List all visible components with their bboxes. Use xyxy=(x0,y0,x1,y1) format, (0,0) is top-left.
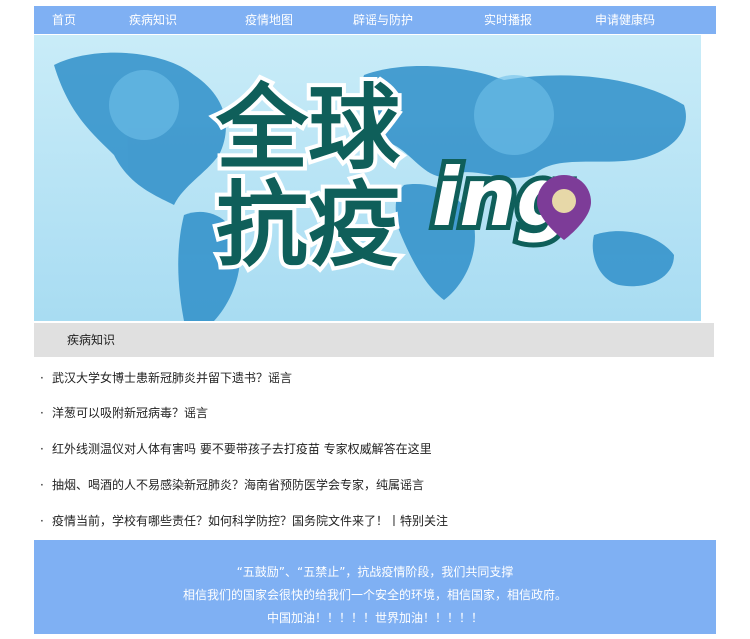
nav-realtime-broadcast[interactable]: 实时播报 xyxy=(484,6,532,34)
bullet: · xyxy=(40,371,44,385)
nav-disease-knowledge[interactable]: 疾病知识 xyxy=(129,6,177,34)
list-item[interactable]: · 疫情当前，学校有哪些责任？如何科学防控？国务院文件来了！丨特别关注 xyxy=(40,512,448,530)
footer-line2: 相信我们的国家会很快的给我们一个安全的环境，相信国家，相信政府。 xyxy=(182,588,567,602)
nav-home[interactable]: 首页 xyxy=(52,6,76,34)
news-link[interactable]: 洋葱可以吸附新冠病毒？谣言 xyxy=(52,406,208,420)
banner-image: 全球 全球 抗疫 抗疫 ing ing xyxy=(34,35,701,321)
section-title: 疾病知识 xyxy=(67,333,116,347)
nav-health-code[interactable]: 申请健康码 xyxy=(595,6,655,34)
news-link[interactable]: 红外线测温仪对人体有害吗 要不要带孩子去打疫苗 专家权威解答在这里 xyxy=(52,442,432,456)
list-item[interactable]: · 武汉大学女博士患新冠肺炎并留下遗书？谣言 xyxy=(40,369,292,387)
bullet: · xyxy=(40,442,44,456)
nav-epidemic-map[interactable]: 疫情地图 xyxy=(245,6,293,34)
section-header: 疾病知识 xyxy=(34,323,714,357)
banner-title-line2: 抗疫 xyxy=(216,172,400,279)
news-link[interactable]: 抽烟、喝酒的人不易感染新冠肺炎？海南省预防医学会专家，纯属谣言 xyxy=(52,478,424,492)
bullet: · xyxy=(40,478,44,492)
list-item[interactable]: · 红外线测温仪对人体有害吗 要不要带孩子去打疫苗 专家权威解答在这里 xyxy=(40,440,432,458)
banner-graphic: 全球 全球 抗疫 抗疫 ing ing xyxy=(34,35,701,321)
footer: “五鼓励”、“五禁止”，抗战疫情阶段，我们共同支撑 相信我们的国家会很快的给我们… xyxy=(34,540,716,634)
list-item[interactable]: · 抽烟、喝酒的人不易感染新冠肺炎？海南省预防医学会专家，纯属谣言 xyxy=(40,476,424,494)
bullet: · xyxy=(40,406,44,420)
bullet: · xyxy=(40,514,44,528)
nav-rumor-protection[interactable]: 辟谣与防护 xyxy=(353,6,413,34)
footer-line3: 中国加油！！！！！世界加油！！！！！ xyxy=(266,611,483,625)
footer-line1: “五鼓励”、“五禁止”，抗战疫情阶段，我们共同支撑 xyxy=(236,565,514,579)
banner-title-line1: 全球 xyxy=(215,75,401,182)
list-item[interactable]: · 洋葱可以吸附新冠病毒？谣言 xyxy=(40,404,208,422)
news-link[interactable]: 武汉大学女博士患新冠肺炎并留下遗书？谣言 xyxy=(52,371,292,385)
news-link[interactable]: 疫情当前，学校有哪些责任？如何科学防控？国务院文件来了！丨特别关注 xyxy=(52,514,448,528)
top-nav: 首页 疾病知识 疫情地图 辟谣与防护 实时播报 申请健康码 xyxy=(34,6,716,34)
